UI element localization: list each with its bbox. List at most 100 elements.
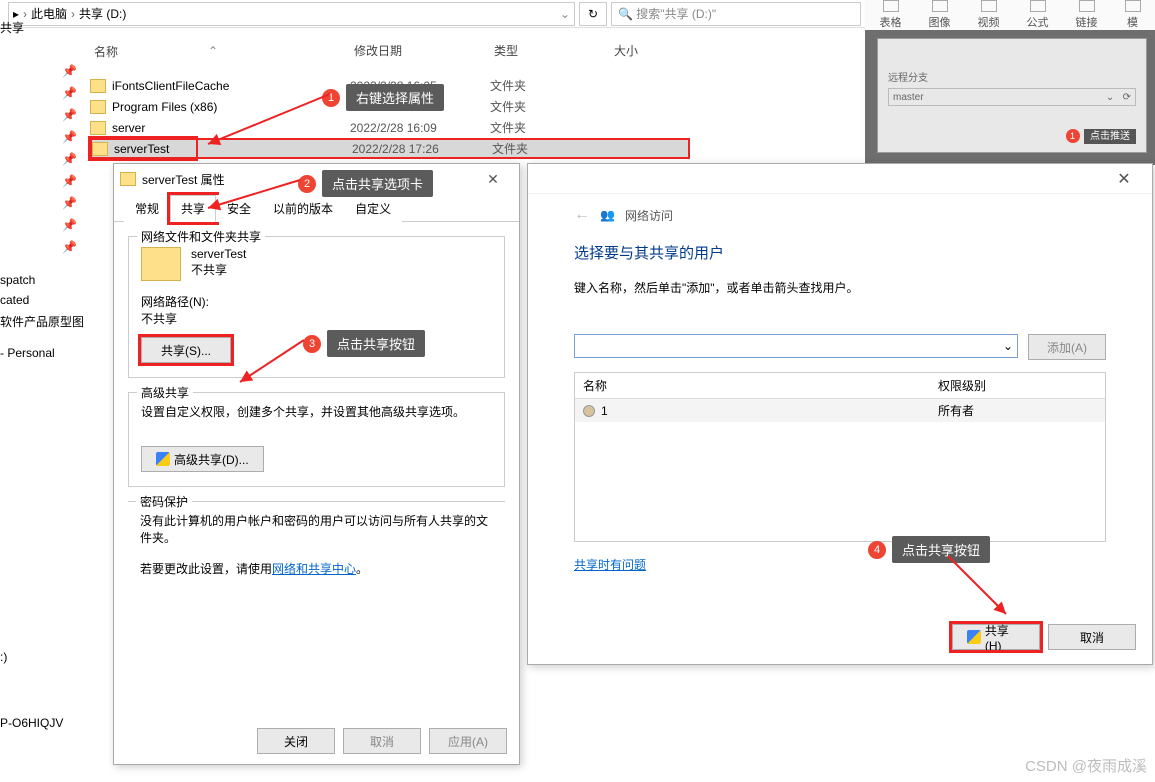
tab-custom[interactable]: 自定义: [344, 195, 402, 222]
cancel-button[interactable]: 取消: [343, 728, 421, 754]
crumb-drive[interactable]: 共享 (D:): [79, 5, 126, 22]
share-state: 不共享: [191, 261, 246, 278]
file-row-selected[interactable]: serverTest 2022/2/28 17:26 文件夹: [90, 138, 690, 159]
close-button[interactable]: 关闭: [257, 728, 335, 754]
annotation-3: 3点击共享按钮: [303, 330, 425, 357]
watermark: CSDN @夜雨成溪: [1025, 755, 1147, 776]
share-button[interactable]: 共享(S)...: [141, 337, 231, 363]
add-button[interactable]: 添加(A): [1028, 334, 1106, 360]
col-name[interactable]: 名称: [575, 373, 930, 398]
netpath-value: 不共享: [141, 310, 492, 327]
pin-icon: 📌: [0, 148, 85, 170]
tool-formula[interactable]: 公式: [1027, 0, 1049, 30]
back-icon[interactable]: ←: [574, 206, 590, 224]
folder-icon: [90, 79, 106, 93]
dialog-footer: 共享(H) 取消: [952, 624, 1136, 650]
tool-more[interactable]: 模: [1125, 0, 1141, 30]
group-password: 密码保护 没有此计算机的用户帐户和密码的用户可以访问与所有人共享的文件夹。 若要…: [128, 501, 505, 577]
breadcrumb-path[interactable]: ▸ › 此电脑 › 共享 (D:) ⌄: [8, 2, 575, 26]
sidebar-item[interactable]: 软件产品原型图: [0, 310, 85, 333]
pin-icon: 📌: [0, 82, 85, 104]
close-icon[interactable]: ✕: [1104, 169, 1144, 189]
col-size[interactable]: 大小: [610, 40, 710, 62]
apply-button[interactable]: 应用(A): [429, 728, 507, 754]
dialog-heading: 选择要与其共享的用户: [574, 242, 1106, 263]
sidebar-item[interactable]: cated: [0, 290, 85, 310]
group-title: 高级共享: [137, 384, 193, 401]
shield-icon: [967, 630, 981, 644]
annotation-4: 4点击共享按钮: [868, 536, 990, 563]
sidebar-labels: 共享 spatch cated 软件产品原型图 - Personal: [0, 270, 85, 363]
pin-icon: 📌: [0, 126, 85, 148]
chevron-down-icon[interactable]: ⌄: [1003, 339, 1013, 353]
file-list-headers: 名称 ⌃ 修改日期 类型 大小: [90, 40, 865, 62]
tool-table[interactable]: 表格: [880, 0, 902, 30]
users-icon: 👥: [600, 208, 615, 222]
pin-icon: 📌: [0, 170, 85, 192]
pin-icon: 📌: [0, 214, 85, 236]
sidebar-item[interactable]: spatch: [0, 270, 85, 290]
pin-icon: 📌: [0, 104, 85, 126]
folder-icon: [120, 172, 136, 186]
group-title: 网络文件和文件夹共享: [137, 228, 265, 245]
folder-icon: [90, 100, 106, 114]
group-text: 没有此计算机的用户帐户和密码的用户可以访问与所有人共享的文件夹。: [140, 512, 493, 546]
network-center-link[interactable]: 网络和共享中心: [272, 562, 356, 576]
tab-share[interactable]: 共享: [170, 195, 216, 222]
dialog-crumb: ← 👥 网络访问: [574, 206, 1106, 224]
search-input[interactable]: 🔍 搜索"共享 (D:)": [611, 2, 861, 26]
dialog-footer: 关闭 取消 应用(A): [257, 728, 507, 754]
crumb-pc[interactable]: 此电脑: [31, 5, 67, 22]
netpath-label: 网络路径(N):: [141, 293, 492, 310]
sort-icon[interactable]: ⌃: [208, 44, 218, 58]
dialog-title: serverTest 属性: [142, 171, 225, 188]
sidebar-item[interactable]: - Personal: [0, 343, 85, 363]
col-perm[interactable]: 权限级别: [930, 373, 994, 398]
pin-icon: 📌: [0, 60, 85, 82]
cancel-button[interactable]: 取消: [1048, 624, 1136, 650]
tab-security[interactable]: 安全: [216, 195, 262, 222]
share-confirm-button[interactable]: 共享(H): [952, 624, 1040, 650]
close-icon[interactable]: ✕: [473, 171, 513, 188]
dialog-subtext: 键入名称，然后单击"添加"，或者单击箭头查找用户。: [574, 279, 1106, 296]
right-app-toolbar: 表格 图像 视频 公式 链接 模: [865, 0, 1155, 30]
user-combo[interactable]: ⌄: [574, 334, 1018, 358]
advanced-share-button[interactable]: 高级共享(D)...: [141, 446, 264, 472]
sidebar-item[interactable]: :): [0, 650, 7, 664]
sidebar-pins: 📌 📌 📌 📌 📌 📌 📌 📌 📌: [0, 60, 85, 258]
sidebar-item[interactable]: 共享: [0, 16, 24, 39]
tool-video[interactable]: 视频: [978, 0, 1000, 30]
col-name[interactable]: 名称: [94, 43, 118, 60]
folder-icon: [92, 142, 108, 156]
col-date[interactable]: 修改日期: [350, 40, 490, 62]
tab-general[interactable]: 常规: [124, 195, 170, 222]
tool-link[interactable]: 链接: [1076, 0, 1098, 30]
dialog-titlebar: ✕: [528, 164, 1152, 194]
col-type[interactable]: 类型: [490, 40, 610, 62]
search-icon: 🔍: [618, 7, 633, 21]
refresh-button[interactable]: ↻: [579, 2, 607, 26]
sidebar-item[interactable]: P-O6HIQJV: [0, 716, 63, 730]
trouble-link[interactable]: 共享时有问题: [574, 558, 646, 572]
chevron-down-icon[interactable]: ⌄: [560, 7, 570, 21]
shield-icon: [156, 452, 170, 466]
group-text: 设置自定义权限，创建多个共享，并设置其他高级共享选项。: [141, 403, 492, 420]
tabs: 常规 共享 安全 以前的版本 自定义: [114, 194, 519, 222]
folder-icon-large: [141, 247, 181, 281]
perm-row[interactable]: 1 所有者: [575, 399, 1105, 422]
user-icon: [583, 405, 595, 417]
file-row[interactable]: server 2022/2/28 16:09 文件夹: [90, 117, 690, 138]
pin-icon: 📌: [0, 192, 85, 214]
permission-table: 名称 权限级别 1 所有者: [574, 372, 1106, 542]
folder-name: serverTest: [191, 247, 246, 261]
right-dark-inner: 远程分支 master ⌄ ⟳ 1 点击推送: [877, 38, 1147, 153]
annotation-1: 1右键选择属性: [322, 84, 444, 111]
tool-image[interactable]: 图像: [929, 0, 951, 30]
network-access-dialog: ✕ ← 👥 网络访问 选择要与其共享的用户 键入名称，然后单击"添加"，或者单击…: [527, 163, 1153, 665]
pin-icon: 📌: [0, 236, 85, 258]
group-advanced-share: 高级共享 设置自定义权限，创建多个共享，并设置其他高级共享选项。 高级共享(D)…: [128, 392, 505, 487]
folder-icon: [90, 121, 106, 135]
properties-dialog: serverTest 属性 ✕ 常规 共享 安全 以前的版本 自定义 网络文件和…: [113, 163, 520, 765]
tab-previous[interactable]: 以前的版本: [262, 195, 344, 222]
group-title: 密码保护: [136, 493, 192, 510]
